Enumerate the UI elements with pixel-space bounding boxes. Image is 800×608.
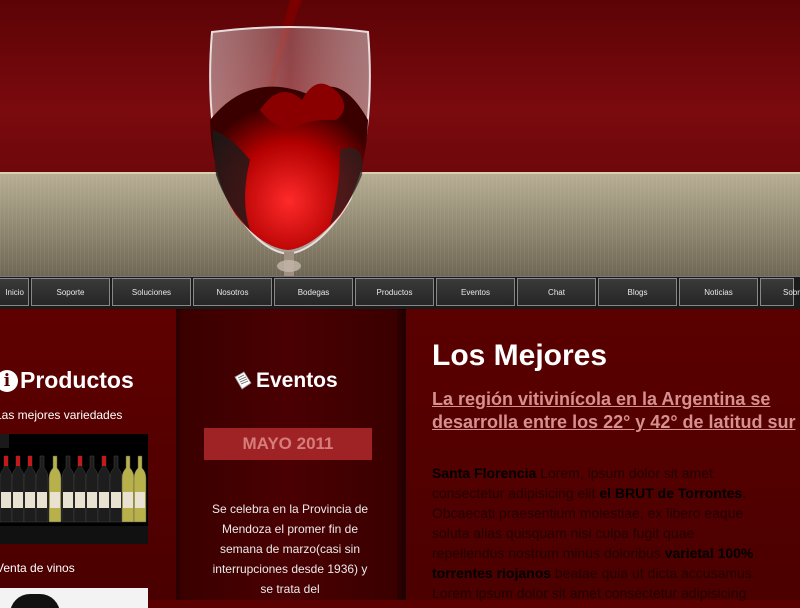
nav-item-eventos[interactable]: Eventos xyxy=(436,278,515,306)
product-photo[interactable] xyxy=(0,588,148,608)
main-navigation: Inicio Soporte Soluciones Nosotros Bodeg… xyxy=(0,276,800,310)
header-band xyxy=(0,172,800,276)
eventos-column: Eventos MAYO 2011 Se celebra en la Provi… xyxy=(176,309,402,600)
nav-item-noticias[interactable]: Noticias xyxy=(679,278,758,306)
wine-bottles-image[interactable] xyxy=(0,434,148,544)
event-month-badge: MAYO 2011 xyxy=(204,428,372,460)
eventos-title: Eventos xyxy=(256,369,338,392)
wine-glass-image xyxy=(209,0,371,276)
productos-title: Productos xyxy=(20,367,134,393)
page-title: Los Mejores xyxy=(432,339,608,372)
productos-subtitle-2: Venta de vinos xyxy=(0,561,75,575)
nav-item-chat[interactable]: Chat xyxy=(517,278,596,306)
region-link[interactable]: La región vitivinícola en la Argentina s… xyxy=(432,388,800,434)
productos-column: i Productos Las mejores variedades Venta… xyxy=(0,309,176,608)
info-icon: i xyxy=(0,369,18,392)
eventos-heading: Eventos xyxy=(232,369,338,393)
nav-item-bodegas[interactable]: Bodegas xyxy=(274,278,353,306)
productos-heading: i Productos xyxy=(0,367,134,394)
nav-item-inicio[interactable]: Inicio xyxy=(0,278,29,306)
note-icon xyxy=(234,371,252,390)
header-banner xyxy=(0,0,800,276)
nav-item-nosotros[interactable]: Nosotros xyxy=(193,278,272,306)
event-description: Se celebra en la Provincia de Mendoza el… xyxy=(211,502,369,596)
main-content: Los Mejores La región vitivinícola en la… xyxy=(402,309,800,601)
nav-item-soporte[interactable]: Soporte xyxy=(31,278,110,306)
nav-item-soluciones[interactable]: Soluciones xyxy=(112,278,191,306)
nav-item-blogs[interactable]: Blogs xyxy=(598,278,677,306)
productos-subtitle: Las mejores variedades xyxy=(0,408,123,422)
main-paragraph: Santa Florencia Lorem, ipsum dolor sit a… xyxy=(432,465,756,601)
nav-item-sobre[interactable]: Sobre xyxy=(760,278,800,306)
nav-item-productos[interactable]: Productos xyxy=(355,278,434,306)
